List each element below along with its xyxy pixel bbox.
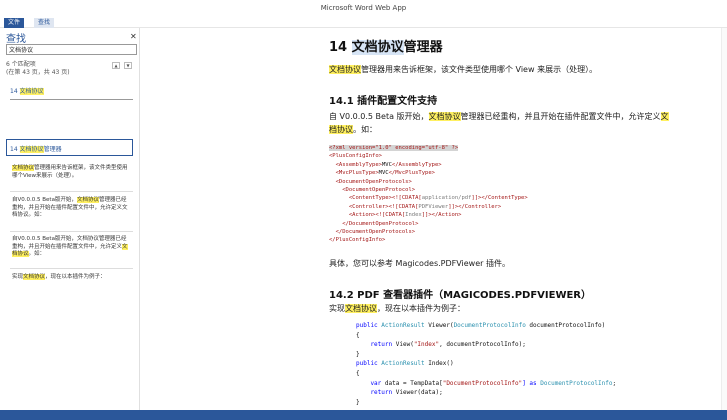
- close-icon[interactable]: ✕: [130, 32, 137, 41]
- previous-match-button[interactable]: ▲: [112, 62, 120, 69]
- title-bar: Microsoft Word Web App 文件 查找: [0, 0, 727, 28]
- tab-file[interactable]: 文件: [4, 18, 25, 28]
- divider: [10, 268, 133, 269]
- match-page-info: (在第 43 页，共 43 页): [6, 69, 70, 76]
- heading-result[interactable]: 14 文档协议: [10, 86, 44, 95]
- paragraph: 自 V0.0.0.5 Beta 版开始，文档协议管理器已经重构，并且开始在插件配…: [329, 112, 669, 134]
- paragraph: 具体，您可以参考 Magicodes.PDFViewer 插件。: [329, 259, 510, 268]
- result-snippet-1[interactable]: 文档协议管理器用来告诉框架，该文件类型使用哪个View来展示（处理）。: [12, 165, 130, 180]
- vertical-scrollbar[interactable]: [721, 28, 727, 410]
- heading-result-prefix: 14: [10, 88, 20, 95]
- divider: [10, 191, 133, 192]
- pane-title: 查找: [6, 34, 26, 45]
- result-snippet-2[interactable]: 自V0.0.0.5 Beta版开始，文档协议管理器已经重构，并且开始在插件配置文…: [12, 197, 130, 220]
- app-title: Microsoft Word Web App: [320, 4, 407, 12]
- next-match-button[interactable]: ▼: [124, 62, 132, 69]
- divider: [10, 99, 133, 100]
- tab-find[interactable]: 查找: [34, 18, 55, 28]
- divider: [10, 231, 133, 232]
- section-heading: 14.1 插件配置文件支持: [329, 96, 438, 107]
- result-snippet-4[interactable]: 实现文档协议，现在以本插件为例子：: [12, 274, 130, 282]
- chapter-heading: 14 文档协议管理器: [329, 40, 443, 55]
- selected-result-label: 14 文档协议管理器: [10, 146, 62, 153]
- result-snippet-3[interactable]: 自V0.0.0.5 Beta版开始，文档协议管理器已经重构，并且开始在插件配置文…: [12, 236, 130, 259]
- search-input[interactable]: [6, 44, 137, 55]
- find-pane: 查找 ✕ 6 个匹配项 (在第 43 页，共 43 页) ▲ ▼ 14 文档协议…: [0, 28, 140, 410]
- csharp-code-block: public ActionResult Viewer(DocumentProto…: [356, 322, 617, 406]
- status-bar: [0, 410, 727, 420]
- paragraph: 实现文档协议，现在以本插件为例子：: [329, 304, 465, 313]
- section-heading: 14.2 PDF 查看器插件（MAGICODES.PDFVIEWER）: [329, 290, 592, 301]
- xml-code-block: <?xml version="1.0" encoding="utf-8" ?> …: [329, 145, 528, 244]
- heading-result-highlight: 文档协议: [19, 88, 44, 95]
- paragraph: 文档协议管理器用来告诉框架，该文件类型使用哪个 View 来展示（处理）。: [329, 65, 598, 74]
